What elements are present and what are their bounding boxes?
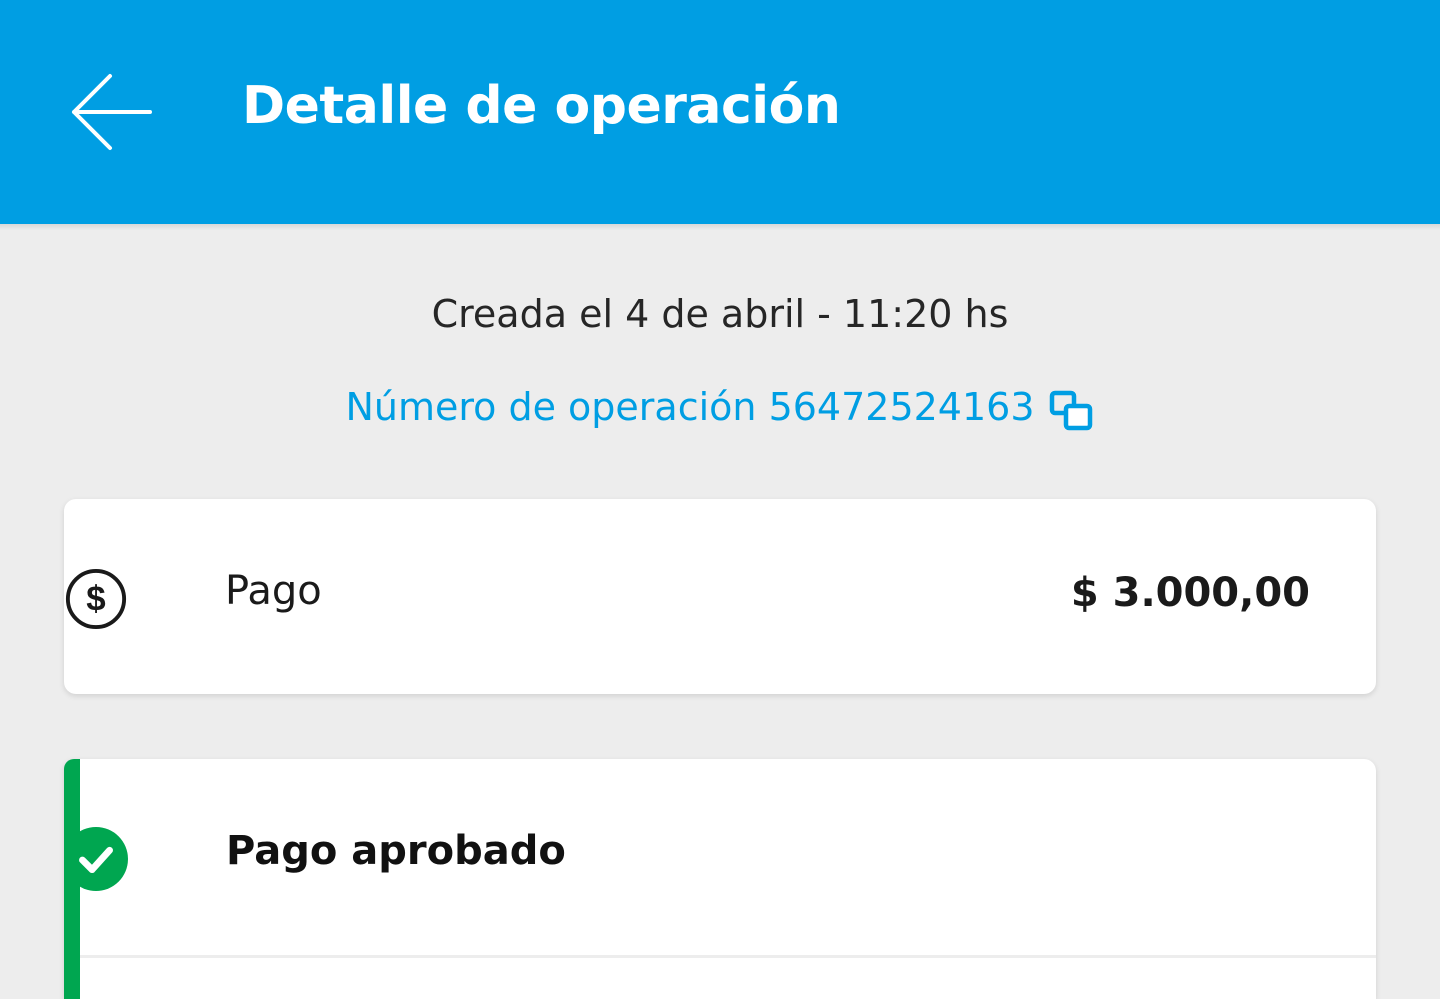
payment-amount: $ 3.000,00 [1070, 570, 1310, 616]
arrow-left-icon [72, 74, 152, 150]
page-title: Detalle de operación [242, 76, 841, 136]
app-bar: Detalle de operación [0, 0, 1440, 224]
dollar-circle-icon: $ [64, 567, 128, 631]
svg-text:$: $ [86, 580, 105, 619]
payment-label: Pago [225, 568, 322, 614]
divider [80, 955, 1376, 958]
status-label: Pago aprobado [226, 828, 566, 874]
operation-number[interactable]: Número de operación 56472524163 [345, 385, 1034, 429]
app-bar-shadow [0, 224, 1440, 230]
operation-number-link[interactable]: Número de operación 56472524163 [0, 382, 1440, 432]
copy-icon[interactable] [1049, 390, 1095, 432]
created-date: Creada el 4 de abril - 11:20 hs [431, 292, 1009, 336]
back-button[interactable] [60, 64, 160, 160]
check-circle-icon [64, 827, 128, 891]
status-card [64, 759, 1376, 999]
